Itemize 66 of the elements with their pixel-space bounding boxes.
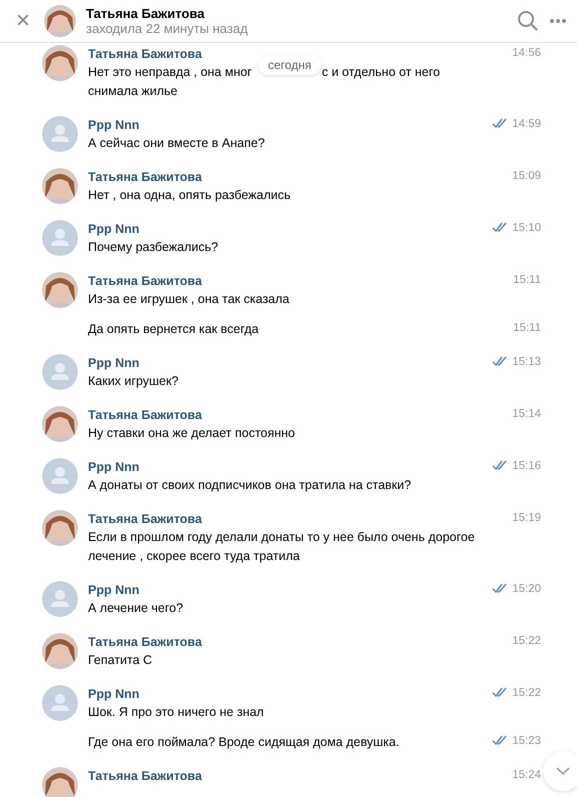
message-time: 15:16	[512, 460, 541, 472]
avatar[interactable]	[42, 510, 78, 546]
read-ticks-icon	[492, 460, 508, 470]
scroll-down-button[interactable]	[543, 751, 577, 791]
message-text: А лечение чего?	[88, 600, 184, 617]
message-time: 14:59	[512, 118, 541, 130]
read-ticks-icon	[492, 356, 508, 366]
chat-title: Татьяна Бажитова	[86, 6, 204, 21]
read-ticks-icon	[492, 118, 508, 128]
sender-name[interactable]: Ppp Nnn	[88, 685, 482, 703]
message-text: Из-за ее игрушек , она так сказала	[88, 291, 290, 308]
message-text: А донаты от своих подписчиков она тратила на ставки?	[88, 477, 412, 494]
avatar[interactable]	[42, 767, 78, 797]
message-text: Гепатита С	[88, 652, 154, 669]
message-text: Шок. Я про это ничего не знал	[88, 704, 265, 721]
message-text: Нет это неправда , она мног	[88, 64, 252, 81]
sender-name[interactable]: Татьяна Бажитова	[88, 767, 502, 785]
message-time: 15:13	[512, 356, 541, 368]
message-time: 15:24	[512, 769, 541, 781]
sender-name[interactable]: Ppp Nnn	[88, 581, 482, 599]
message-text: Нет , она одна, опять разбежались	[88, 187, 292, 204]
message-time: 15:22	[512, 635, 541, 647]
avatar[interactable]	[42, 168, 78, 204]
message-time: 15:19	[512, 512, 541, 524]
message-text: с и отдельно от него	[322, 64, 440, 81]
message-time: 15:20	[512, 583, 541, 595]
message-time: 15:22	[512, 687, 541, 699]
last-seen-status: заходила 22 минуты назад	[86, 21, 248, 36]
message-time: 15:09	[512, 170, 541, 182]
message-time: 15:23	[512, 735, 541, 747]
sender-name[interactable]: Ppp Nnn	[88, 354, 482, 372]
message-time: 15:14	[512, 408, 541, 420]
chevron-down-icon	[556, 767, 570, 775]
avatar[interactable]	[42, 406, 78, 442]
close-button[interactable]: ×	[12, 9, 34, 33]
message-text: Да опять вернется как всегда	[88, 321, 260, 338]
search-icon[interactable]	[517, 10, 539, 32]
more-icon[interactable]	[549, 18, 567, 24]
message-text: Почему разбежались?	[88, 239, 220, 256]
message-time: 15:11	[513, 322, 541, 334]
read-ticks-icon	[492, 222, 508, 232]
sender-name[interactable]: Татьяна Бажитова	[88, 272, 504, 290]
message-text: снимала жилье	[88, 83, 178, 100]
read-ticks-icon	[492, 687, 508, 697]
message-time: 14:56	[512, 47, 541, 59]
message-text: Ну ставки она же делает постоянно	[88, 425, 296, 442]
message-time: 15:11	[513, 274, 541, 286]
avatar[interactable]	[42, 272, 78, 308]
sender-name[interactable]: Татьяна Бажитова	[88, 406, 502, 424]
message-text: А сейчас они вместе в Анапе?	[88, 135, 266, 152]
message-text: Каких игрушек?	[88, 373, 180, 390]
sender-name[interactable]: Татьяна Бажитова	[88, 510, 502, 528]
sender-name[interactable]: Ppp Nnn	[88, 220, 482, 238]
read-ticks-icon	[492, 735, 508, 745]
avatar[interactable]	[42, 45, 78, 81]
sender-name[interactable]: Татьяна Бажитова	[88, 633, 502, 651]
sender-name[interactable]: Ppp Nnn	[88, 116, 482, 134]
sender-name[interactable]: Татьяна Бажитова	[88, 168, 502, 186]
read-ticks-icon	[492, 583, 508, 593]
date-label: сегодня	[258, 55, 322, 75]
avatar[interactable]	[44, 5, 76, 37]
message-text: Где она его поймала? Вроде сидящая дома девушка.	[88, 734, 400, 751]
avatar[interactable]	[42, 633, 78, 669]
message-text: Если в прошлом году делали донаты то у нее было очень дорогое лечение , скорее всего туда тратила	[88, 529, 476, 565]
message-time: 15:10	[512, 222, 541, 234]
sender-name[interactable]: Ppp Nnn	[88, 458, 482, 476]
